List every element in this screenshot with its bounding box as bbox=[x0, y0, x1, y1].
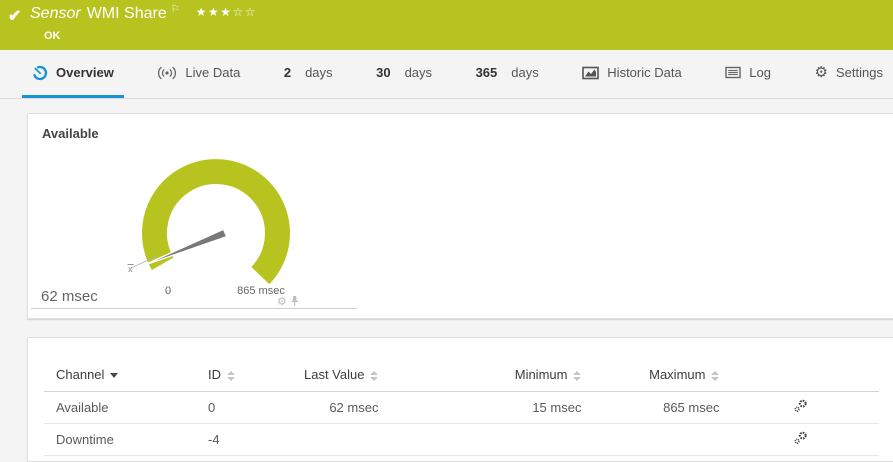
tab-overview-label: Overview bbox=[56, 65, 114, 80]
table-header-row: Channel ID Last Value Minimum Maximum bbox=[44, 362, 880, 392]
channel-table: Channel ID Last Value Minimum Maximum Av… bbox=[44, 362, 880, 456]
column-header-channel[interactable]: Channel bbox=[44, 362, 208, 392]
tab-log-label: Log bbox=[749, 65, 771, 80]
sensor-title: Sensor WMI Share ⚐ ★★★☆☆ bbox=[30, 4, 257, 23]
tab-30-days[interactable]: 30 days bbox=[366, 50, 442, 98]
column-header-last-value[interactable]: Last Value bbox=[304, 362, 379, 392]
gauge-arc bbox=[141, 159, 290, 285]
tab-settings[interactable]: ⚙ Settings bbox=[805, 50, 893, 98]
gauge-icon bbox=[33, 65, 48, 80]
tab-365-days-number: 365 bbox=[475, 65, 498, 80]
column-header-maximum[interactable]: Maximum bbox=[581, 362, 720, 392]
status-check-icon: ✔ bbox=[8, 8, 22, 25]
gauge-chart: x bbox=[127, 159, 290, 285]
status-badge: OK bbox=[44, 30, 61, 42]
table-row[interactable]: Available 0 62 msec 15 msec 865 msec bbox=[44, 391, 880, 424]
tab-settings-label: Settings bbox=[835, 65, 883, 80]
sort-icon bbox=[227, 370, 235, 381]
tab-log[interactable]: Log bbox=[715, 50, 781, 98]
sensor-header: ✔ Sensor WMI Share ⚐ ★★★☆☆ OK bbox=[0, 0, 893, 50]
tab-365-days-label: days bbox=[511, 65, 539, 80]
cell-maximum bbox=[581, 423, 720, 456]
log-list-icon bbox=[725, 66, 741, 79]
tab-365-days[interactable]: 365 days bbox=[466, 50, 549, 98]
column-header-minimum[interactable]: Minimum bbox=[378, 362, 582, 392]
cell-last-value bbox=[304, 423, 379, 456]
tab-historic-data[interactable]: Historic Data bbox=[572, 50, 691, 98]
column-header-id[interactable]: ID bbox=[208, 362, 304, 392]
tab-live-data-label: Live Data bbox=[185, 65, 241, 80]
tab-2-days[interactable]: 2 days bbox=[274, 50, 343, 98]
channel-settings-button[interactable] bbox=[793, 431, 808, 445]
tab-2-days-label: days bbox=[305, 65, 333, 80]
tab-bar: Overview Live Data 2 days 30 days 365 da… bbox=[0, 50, 893, 99]
flag-icon[interactable]: ⚐ bbox=[171, 4, 180, 15]
cell-id: -4 bbox=[208, 423, 304, 456]
priority-stars[interactable]: ★★★☆☆ bbox=[196, 5, 257, 19]
sort-icon bbox=[370, 370, 379, 381]
gear-icon: ⚙ bbox=[814, 63, 828, 81]
sensor-name: WMI Share bbox=[86, 5, 167, 22]
column-header-actions bbox=[719, 362, 880, 392]
cell-last-value: 62 msec bbox=[304, 391, 379, 424]
tab-2-days-number: 2 bbox=[283, 65, 292, 80]
tab-30-days-number: 30 bbox=[376, 65, 391, 80]
gauge-panel: Available x 0 865 msec 62 msec ⚙ bbox=[27, 113, 893, 319]
pin-icon[interactable] bbox=[290, 295, 299, 307]
channel-table-panel: Channel ID Last Value Minimum Maximum Av… bbox=[27, 337, 893, 462]
gauge-current-value: 62 msec bbox=[41, 288, 98, 305]
channel-gears-icon bbox=[794, 399, 808, 412]
table-row[interactable]: Downtime -4 bbox=[44, 423, 880, 456]
broadcast-icon bbox=[158, 66, 177, 79]
tab-live-data[interactable]: Live Data bbox=[147, 50, 250, 98]
cell-actions bbox=[719, 423, 880, 456]
tab-30-days-label: days bbox=[404, 65, 433, 80]
area-chart-icon bbox=[582, 66, 600, 79]
widget-gear-icon[interactable]: ⚙ bbox=[277, 296, 287, 307]
widget-footer-icons: ⚙ bbox=[277, 295, 299, 307]
tab-historic-data-label: Historic Data bbox=[607, 65, 682, 80]
cell-minimum: 15 msec bbox=[378, 391, 582, 424]
stars-filled: ★★★ bbox=[195, 5, 233, 19]
widget-footer-divider bbox=[31, 308, 357, 309]
cell-minimum bbox=[378, 423, 582, 456]
channel-settings-button[interactable] bbox=[793, 399, 808, 413]
tab-overview[interactable]: Overview bbox=[22, 50, 124, 98]
gauge-mean-symbol: x bbox=[128, 264, 133, 274]
sort-desc-icon bbox=[110, 373, 119, 379]
channel-gears-icon bbox=[794, 431, 808, 444]
gauge-scale-min: 0 bbox=[164, 285, 172, 297]
cell-channel: Available bbox=[44, 391, 208, 424]
sensor-kind-label: Sensor bbox=[30, 5, 81, 22]
sort-icon bbox=[711, 370, 720, 381]
stars-empty: ☆☆ bbox=[232, 5, 257, 19]
cell-id: 0 bbox=[208, 391, 304, 424]
cell-actions bbox=[719, 391, 880, 424]
sort-icon bbox=[573, 370, 582, 381]
cell-maximum: 865 msec bbox=[581, 391, 720, 424]
cell-channel: Downtime bbox=[44, 423, 208, 456]
